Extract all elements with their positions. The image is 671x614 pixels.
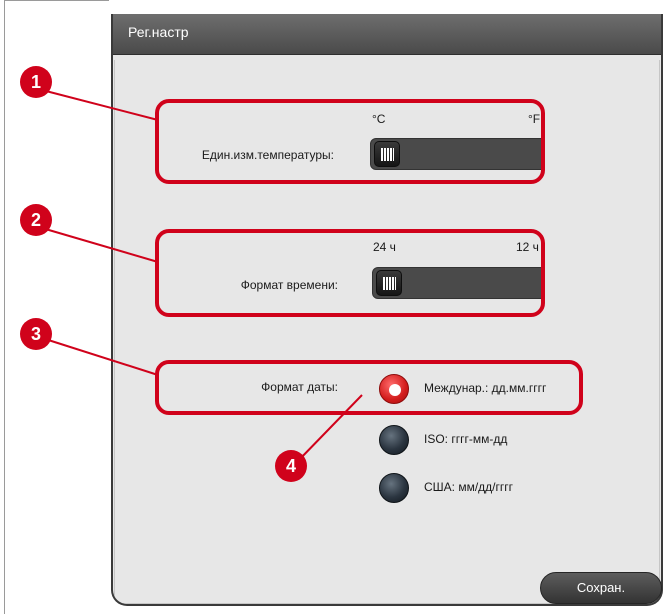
callout-frame-temperature: [155, 99, 545, 184]
callout-frame-date: [155, 360, 583, 415]
settings-content: °C °F Един.изм.температуры: 24 ч 12 ч Фо…: [0, 0, 671, 614]
callout-badge-3: 3: [20, 318, 52, 350]
callout-badge-4: 4: [275, 450, 307, 482]
callout-badge-2: 2: [20, 204, 52, 236]
callout-frame-time: [155, 229, 545, 317]
callout-badge-1: 1: [20, 66, 52, 98]
